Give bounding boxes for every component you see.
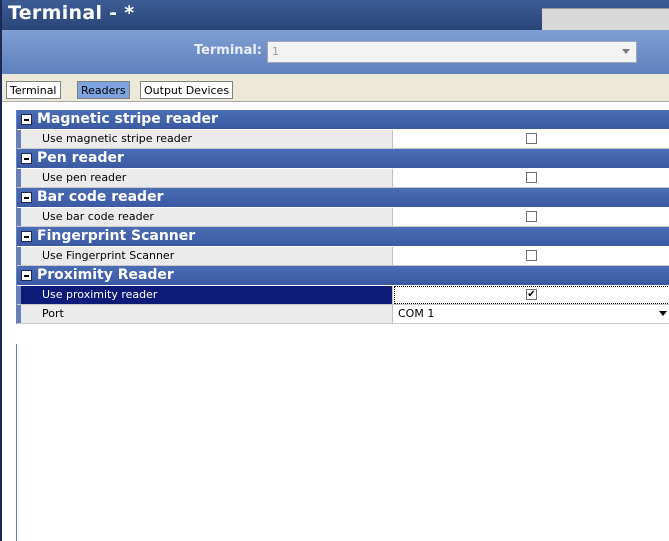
group-pen-reader[interactable]: Pen reader [17,149,669,169]
property-label: Use pen reader [17,169,393,187]
tab-terminal[interactable]: Terminal [6,81,61,99]
property-value[interactable] [394,130,669,148]
chevron-down-icon[interactable] [659,311,667,316]
property-row[interactable]: Use pen reader [17,169,669,188]
property-label: Use bar code reader [17,208,393,226]
tab-bar: Terminal Readers Output Devices [2,74,669,102]
window-title: Terminal - * [8,2,135,24]
property-grid: Magnetic stripe reader Use magnetic stri… [16,110,669,324]
port-combo[interactable]: COM 1 [394,305,669,323]
property-value[interactable]: ✔ [394,286,669,304]
terminal-selector-combo[interactable]: 1 [267,41,637,63]
tab-output-devices[interactable]: Output Devices [140,81,234,99]
use-pen-reader-checkbox[interactable] [526,172,537,183]
collapse-icon[interactable] [21,231,32,242]
terminal-selector-strip: Terminal: 1 [2,30,669,74]
collapse-icon[interactable] [21,114,32,125]
group-title: Pen reader [37,150,124,166]
terminal-window: Terminal - * Terminal: 1 Terminal Reader… [0,0,669,541]
property-value[interactable] [394,208,669,226]
collapse-icon[interactable] [21,192,32,203]
property-row[interactable]: Use Fingerprint Scanner [17,247,669,266]
property-label: Use magnetic stripe reader [17,130,393,148]
group-fingerprint-scanner[interactable]: Fingerprint Scanner [17,227,669,247]
collapse-icon[interactable] [21,153,32,164]
group-title: Bar code reader [37,189,164,205]
group-title: Magnetic stripe reader [37,111,218,127]
tab-readers[interactable]: Readers [77,81,130,99]
property-row-selected[interactable]: Use proximity reader ✔ [17,286,669,305]
terminal-selector-label: Terminal: [193,43,262,58]
use-proximity-reader-checkbox[interactable]: ✔ [526,289,537,300]
use-bar-code-reader-checkbox[interactable] [526,211,537,222]
group-magnetic-stripe-reader[interactable]: Magnetic stripe reader [17,110,669,130]
property-label: Use Fingerprint Scanner [17,247,393,265]
property-value[interactable] [394,247,669,265]
group-title: Fingerprint Scanner [37,228,196,244]
title-bar: Terminal - * [2,0,669,31]
property-row[interactable]: Use magnetic stripe reader [17,130,669,149]
chevron-down-icon [622,49,630,54]
grid-empty-area [16,344,669,541]
collapse-icon[interactable] [21,270,32,281]
property-row[interactable]: Port COM 1 [17,305,669,324]
group-bar-code-reader[interactable]: Bar code reader [17,188,669,208]
group-proximity-reader[interactable]: Proximity Reader [17,266,669,286]
terminal-selector-value: 1 [272,45,279,58]
property-value[interactable] [394,169,669,187]
property-row[interactable]: Use bar code reader [17,208,669,227]
title-bar-field [542,8,669,31]
use-fingerprint-scanner-checkbox[interactable] [526,250,537,261]
group-title: Proximity Reader [37,267,174,283]
property-label: Use proximity reader [17,286,393,304]
port-value: COM 1 [398,307,435,320]
property-label: Port [17,305,393,323]
use-magnetic-stripe-reader-checkbox[interactable] [526,133,537,144]
